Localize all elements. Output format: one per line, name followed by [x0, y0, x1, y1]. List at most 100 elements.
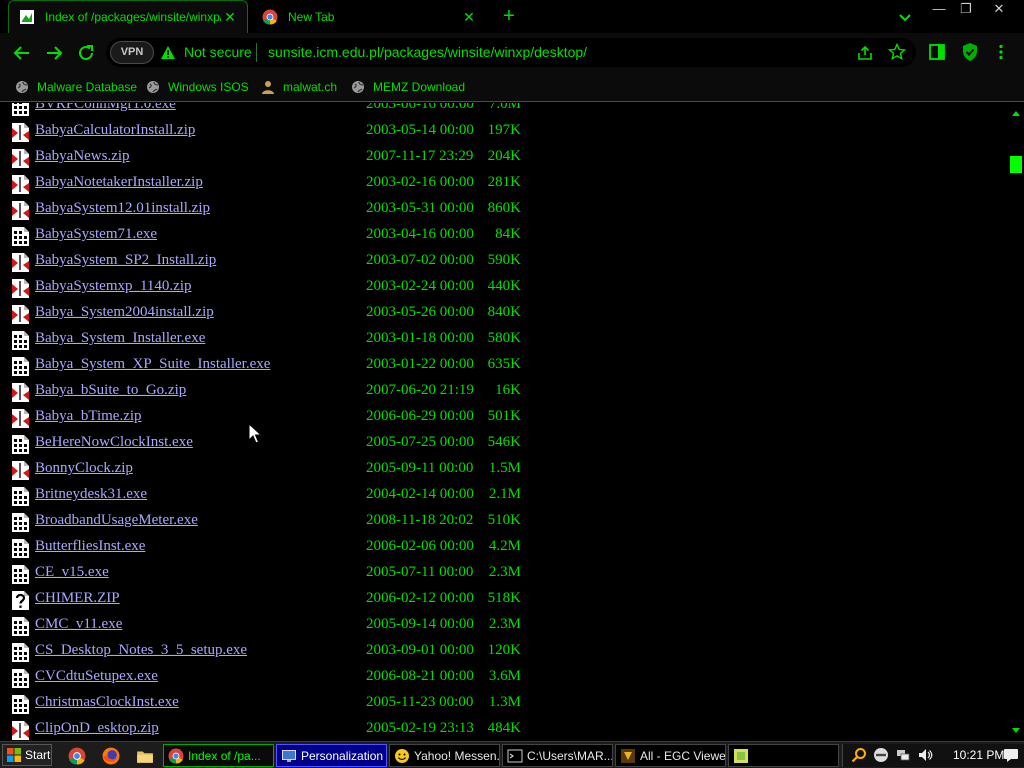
file-size: 510K — [487, 512, 521, 528]
kebab-menu-icon[interactable] — [992, 43, 1010, 61]
shield-extension-icon[interactable] — [960, 42, 980, 62]
volume-tray-icon[interactable] — [917, 747, 933, 763]
compressed-file-icon — [12, 461, 29, 480]
vpn-badge[interactable]: VPN — [110, 41, 154, 64]
file-link[interactable]: ButterfliesInst.exe — [35, 538, 145, 555]
scrollbar-thumb[interactable] — [1010, 156, 1022, 173]
firefox-quicklaunch-icon[interactable] — [102, 747, 120, 765]
bookmark-malwatch[interactable]: malwat.ch — [261, 78, 337, 96]
file-link[interactable]: CE_v15.exe — [35, 564, 109, 581]
no-entry-tray-icon[interactable] — [873, 747, 889, 763]
file-link[interactable]: ChristmasClockInst.exe — [35, 694, 179, 711]
taskbar-item-app[interactable] — [728, 744, 839, 767]
file-link[interactable]: Babya_bTime.zip — [35, 408, 142, 425]
file-size: 120K — [487, 642, 521, 658]
back-arrow-icon[interactable] — [11, 42, 33, 64]
url-text[interactable]: sunsite.icm.edu.pl/packages/winsite/winx… — [268, 44, 587, 60]
taskbar-item-label: All - EGC Viewe... — [640, 748, 726, 763]
taskbar-clock[interactable]: 10:21 PM — [953, 748, 1004, 762]
compressed-file-icon — [12, 123, 29, 142]
forward-arrow-icon[interactable] — [43, 42, 65, 64]
close-tab-icon[interactable]: ✕ — [460, 8, 478, 26]
compressed-file-icon — [12, 383, 29, 402]
file-link[interactable]: BeHereNowClockInst.exe — [35, 434, 193, 451]
file-link[interactable]: ClipOnD_esktop.zip — [35, 720, 159, 737]
file-link[interactable]: BabyaSystem71.exe — [35, 226, 157, 243]
reload-icon[interactable] — [75, 42, 97, 64]
taskbar-item-egc-viewer[interactable]: All - EGC Viewe... — [615, 744, 726, 767]
folder-quicklaunch-icon[interactable] — [136, 747, 154, 765]
binary-file-icon — [12, 435, 29, 454]
network-tray-icon[interactable] — [895, 747, 911, 763]
binary-file-icon — [12, 227, 29, 246]
file-date: 2004-02-14 00:00 — [366, 486, 474, 502]
bookmark-malware-database[interactable]: Malware Database — [15, 78, 137, 96]
close-window-button[interactable]: ✕ — [984, 0, 1014, 20]
binary-file-icon — [12, 643, 29, 662]
green-page-favicon-icon — [20, 10, 34, 24]
chevron-down-icon[interactable] — [896, 8, 914, 26]
table-row: CE_v15.exe 2005-07-11 00:00 2.3M — [0, 561, 1000, 587]
tab-new-tab[interactable]: New Tab ✕ — [252, 0, 486, 33]
taskbar-item-chrome[interactable]: Index of /pa... — [163, 744, 274, 767]
table-row: ChristmasClockInst.exe 2005-11-23 00:00 1.… — [0, 691, 1000, 717]
file-size: 1.5M — [488, 460, 521, 476]
file-link[interactable]: Britneydesk31.exe — [35, 486, 147, 503]
file-link[interactable]: BabyaNotetakerInstaller.zip — [35, 174, 203, 191]
file-link[interactable]: BabyaSystem12.01install.zip — [35, 200, 210, 217]
restore-button[interactable]: ❐ — [953, 0, 979, 20]
file-link[interactable]: CVCdtuSetupex.exe — [35, 668, 158, 685]
magnifier-tray-icon[interactable] — [851, 747, 867, 763]
file-link[interactable]: BroadbandUsageMeter.exe — [35, 512, 198, 529]
file-link[interactable]: BabyaCalculatorInstall.zip — [35, 122, 195, 139]
file-date: 2003-05-14 00:00 — [366, 122, 474, 138]
file-link[interactable]: BonnyClock.zip — [35, 460, 133, 477]
taskbar-item-personalization[interactable]: Personalization — [276, 744, 387, 767]
file-link[interactable]: BabyaSystemxp_1140.zip — [35, 278, 192, 295]
taskbar-item-yahoo-messenger[interactable]: Yahoo! Messen... — [389, 744, 500, 767]
scroll-up-arrow-icon[interactable] — [1011, 109, 1021, 117]
directory-listing: BVRPConnMgr1.0.exe 2003-06-16 00:00 7.0M Ba… — [0, 103, 1008, 741]
table-row: BonnyClock.zip 2005-09-11 00:00 1.5M — [0, 457, 1000, 483]
close-tab-icon[interactable]: ✕ — [221, 8, 239, 26]
share-icon[interactable] — [856, 44, 874, 62]
file-link[interactable]: Babya_bSuite_to_Go.zip — [35, 382, 186, 399]
file-size: 2.3M — [488, 564, 521, 580]
file-link[interactable]: Babya_System_Installer.exe — [35, 330, 205, 347]
file-link[interactable]: BabyaSystem_SP2_Install.zip — [35, 252, 216, 269]
side-panel-icon[interactable] — [928, 43, 946, 61]
file-link[interactable]: Babya_System_XP_Suite_Installer.exe — [35, 356, 270, 373]
file-link[interactable]: Babya_System2004install.zip — [35, 304, 214, 321]
address-bar[interactable]: VPN Not secure sunsite.icm.edu.pl/packag… — [106, 38, 916, 67]
new-tab-plus-icon[interactable]: + — [498, 6, 520, 28]
table-row: CS_Desktop_Notes_3_5_setup.exe 2003-09-01… — [0, 639, 1000, 665]
bookmark-star-icon[interactable] — [888, 43, 906, 61]
file-size: 590K — [487, 252, 521, 268]
bookmark-windows-isos[interactable]: Windows ISOS — [146, 78, 249, 96]
file-link[interactable]: BabyaNews.zip — [35, 148, 130, 165]
bookmark-memz-download[interactable]: MEMZ Download — [351, 78, 465, 96]
scroll-down-arrow-icon[interactable] — [1011, 727, 1021, 735]
table-row: BabyaNotetakerInstaller.zip 2003-02-16 00… — [0, 171, 1000, 197]
file-link[interactable]: CHIMER.ZIP — [35, 590, 120, 607]
not-secure-label[interactable]: Not secure — [184, 44, 252, 60]
file-link[interactable]: CMC_v11.exe — [35, 616, 122, 633]
file-link[interactable]: CS_Desktop_Notes_3_5_setup.exe — [35, 642, 247, 659]
start-button[interactable]: Start — [2, 744, 52, 766]
file-link[interactable]: BVRPConnMgr1.0.exe — [35, 103, 176, 113]
table-row: BabyaSystem_SP2_Install.zip 2003-07-02 00… — [0, 249, 1000, 275]
warning-triangle-icon[interactable] — [160, 45, 176, 61]
minimize-button[interactable]: — — [926, 0, 952, 20]
chrome-quicklaunch-icon[interactable] — [68, 747, 86, 765]
table-row: Babya_System_XP_Suite_Installer.exe 2003-… — [0, 353, 1000, 379]
bookmarks-bar: Malware Database Windows ISOS malwat.ch … — [0, 72, 1024, 102]
page-scrollbar[interactable] — [1008, 103, 1024, 741]
table-row: CHIMER.ZIP 2006-02-12 00:00 518K — [0, 587, 1000, 613]
taskbar-item-command-prompt[interactable]: C:\Users\MAR... — [502, 744, 613, 767]
tab-active[interactable]: Index of /packages/winsite/winxp/de ✕ — [8, 0, 248, 33]
speech-bubble-tray-icon[interactable] — [1003, 747, 1019, 763]
file-date: 2008-11-18 20:02 — [366, 512, 474, 528]
file-size: 16K — [495, 382, 521, 398]
table-row: CMC_v11.exe 2005-09-14 00:00 2.3M — [0, 613, 1000, 639]
bookmark-label: Windows ISOS — [168, 80, 249, 94]
